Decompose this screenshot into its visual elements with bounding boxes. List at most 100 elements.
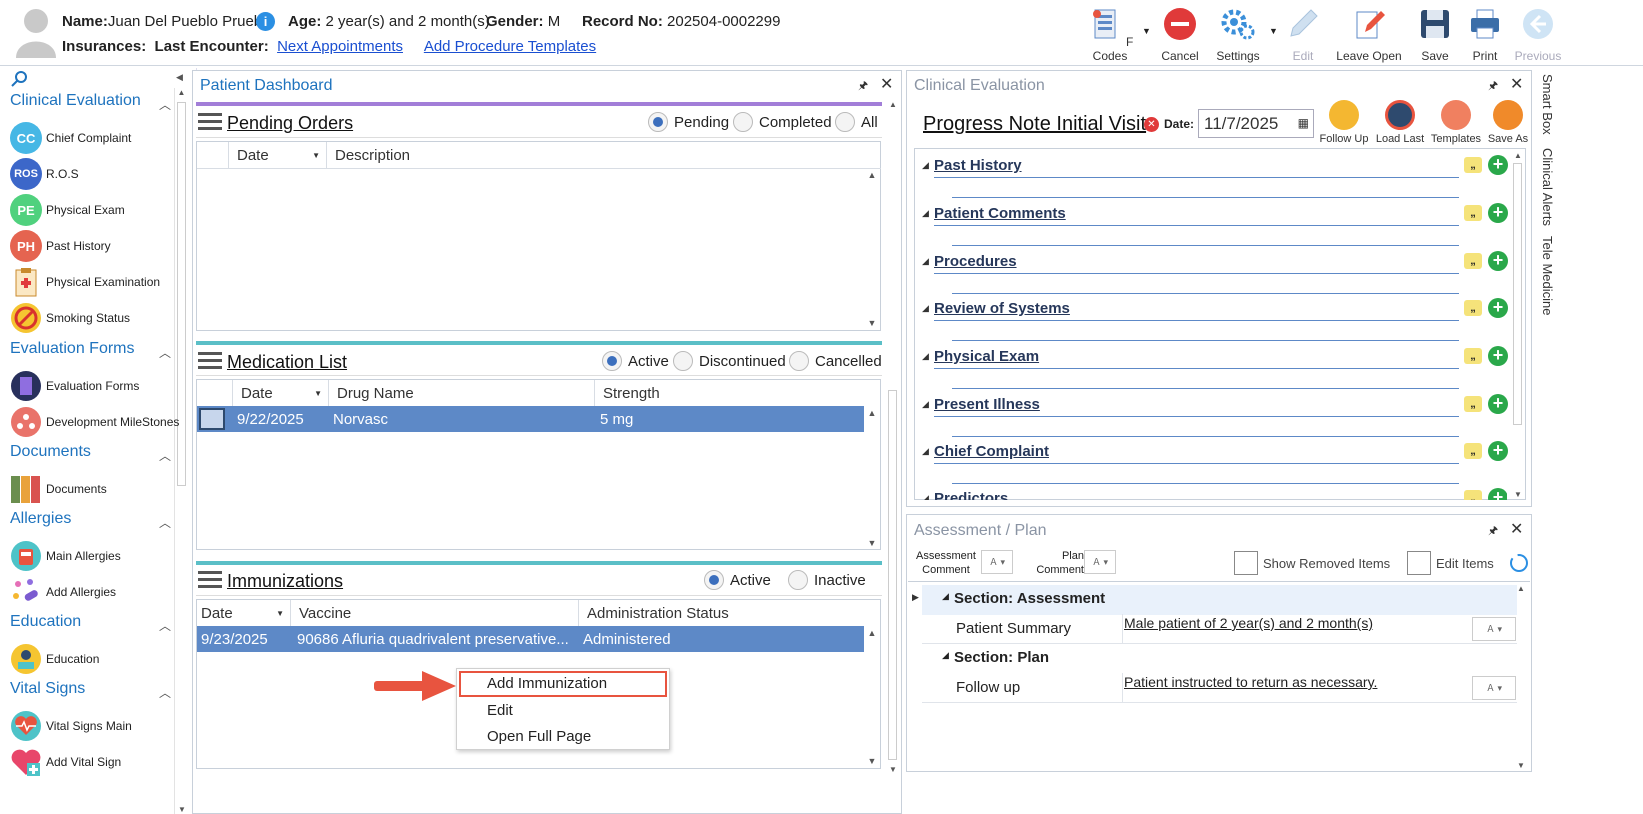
section-label[interactable]: Present Illness	[934, 396, 1040, 413]
fcodes-dropdown-icon[interactable]: ▼	[1142, 26, 1151, 36]
quote-icon[interactable]: „	[1464, 300, 1482, 316]
save-as-button[interactable]: Save As	[1480, 100, 1536, 145]
show-removed-checkbox[interactable]	[1234, 551, 1258, 575]
radio-inactive[interactable]: Inactive	[788, 570, 866, 590]
remove-note-icon[interactable]: ✕	[1144, 117, 1159, 132]
menu-item-edit[interactable]: Edit	[487, 702, 513, 719]
sidebar-item-add-allergies[interactable]: Add Allergies	[10, 576, 180, 608]
note-title[interactable]: Progress Note Initial Visit	[923, 113, 1146, 136]
add-icon[interactable]: +	[1488, 346, 1508, 366]
summary-format-dropdown[interactable]: Ａ ▾	[1472, 617, 1516, 641]
settings-dropdown-icon[interactable]: ▼	[1269, 26, 1278, 36]
tab-smart-box[interactable]: Smart Box	[1540, 74, 1555, 135]
grid-scrollbar[interactable]: ▲ ▼	[865, 628, 879, 766]
table-row[interactable]: 9/23/2025 90686 Afluria quadrivalent pre…	[197, 626, 864, 652]
section-procedures[interactable]: ◢ Procedures „ +	[922, 249, 1508, 297]
pending-orders-title[interactable]: Pending Orders	[227, 113, 353, 134]
sidebar-item-chief-complaint[interactable]: CC Chief Complaint	[10, 122, 180, 154]
menu-item-open-full-page[interactable]: Open Full Page	[487, 728, 591, 745]
chevron-up-icon[interactable]: ︿	[159, 617, 171, 634]
print-button[interactable]: Print	[1462, 4, 1508, 63]
immunizations-title[interactable]: Immunizations	[227, 571, 343, 592]
section-evaluation-forms[interactable]: Evaluation Forms	[10, 340, 135, 358]
section-clinical-evaluation[interactable]: Clinical Evaluation	[10, 92, 141, 110]
close-icon[interactable]: ✕	[1510, 519, 1523, 539]
section-documents[interactable]: Documents	[10, 443, 91, 461]
previous-button[interactable]: Previous	[1510, 4, 1566, 63]
sidebar-item-main-allergies[interactable]: Main Allergies	[10, 540, 180, 572]
next-appointments-link[interactable]: Next Appointments	[277, 38, 403, 55]
table-row[interactable]: 9/22/2025 Norvasc 5 mg	[197, 406, 864, 432]
section-plan-row[interactable]: ◢ Section: Plan	[922, 644, 1517, 674]
tab-clinical-alerts[interactable]: Clinical Alerts	[1540, 148, 1555, 226]
radio-discontinued[interactable]: Discontinued	[673, 351, 786, 371]
chevron-up-icon[interactable]: ︿	[159, 96, 171, 113]
templates-button[interactable]: Templates	[1428, 100, 1484, 145]
date-field[interactable]: 11/7/2025 ▦	[1198, 109, 1314, 138]
radio-pending[interactable]: Pending	[648, 112, 729, 132]
section-vital-signs[interactable]: Vital Signs	[10, 680, 85, 698]
section-label[interactable]: Procedures	[934, 253, 1017, 270]
radio-all[interactable]: All	[835, 112, 878, 132]
tab-tele-medicine[interactable]: Tele Medicine	[1540, 236, 1555, 316]
leave-open-button[interactable]: Leave Open	[1334, 4, 1404, 63]
edit-button[interactable]: Edit	[1280, 4, 1326, 63]
hamburger-menu-icon[interactable]	[198, 571, 222, 589]
quote-icon[interactable]: „	[1464, 348, 1482, 364]
chevron-up-icon[interactable]: ︿	[159, 344, 171, 361]
add-icon[interactable]: +	[1488, 251, 1508, 271]
sidebar-item-ros[interactable]: ROS R.O.S	[10, 158, 180, 190]
section-education[interactable]: Education	[10, 613, 81, 631]
row-checkbox[interactable]	[199, 408, 225, 430]
hamburger-menu-icon[interactable]	[198, 113, 222, 131]
section-label[interactable]: Physical Exam	[934, 348, 1039, 365]
medication-list-title[interactable]: Medication List	[227, 352, 347, 373]
section-patient-comments[interactable]: ◢ Patient Comments „ +	[922, 201, 1508, 249]
section-chief-complaint[interactable]: ◢ Chief Complaint „ +	[922, 439, 1508, 487]
section-present-illness[interactable]: ◢ Present Illness „ +	[922, 392, 1508, 440]
section-label[interactable]: Predictors	[934, 490, 1008, 500]
sidebar-item-vital-signs-main[interactable]: Vital Signs Main	[10, 710, 180, 742]
quote-icon[interactable]: „	[1464, 443, 1482, 459]
fcodes-button[interactable]: F Codes	[1082, 4, 1138, 63]
radio-active[interactable]: Active	[602, 351, 669, 371]
add-icon[interactable]: +	[1488, 441, 1508, 461]
section-label[interactable]: Review of Systems	[934, 300, 1070, 317]
grid-scrollbar[interactable]: ▲ ▼	[865, 408, 879, 548]
settings-button[interactable]: Settings	[1210, 4, 1266, 63]
pin-icon[interactable]: 🖈	[1488, 77, 1498, 96]
refresh-icon[interactable]	[1508, 552, 1530, 574]
close-icon[interactable]: ✕	[1510, 74, 1523, 94]
add-icon[interactable]: +	[1488, 488, 1507, 500]
section-label[interactable]: Past History	[934, 157, 1022, 174]
quote-icon[interactable]: „	[1464, 490, 1482, 500]
quote-icon[interactable]: „	[1464, 205, 1482, 221]
section-allergies[interactable]: Allergies	[10, 510, 71, 528]
add-icon[interactable]: +	[1488, 298, 1508, 318]
chevron-up-icon[interactable]: ︿	[159, 514, 171, 531]
save-button[interactable]: Save	[1412, 4, 1458, 63]
menu-item-add-immunization[interactable]: Add Immunization	[487, 675, 607, 692]
sidebar-item-education[interactable]: Education	[10, 643, 180, 675]
follow-up-row[interactable]: Follow up Patient instructed to return a…	[922, 673, 1517, 703]
add-icon[interactable]: +	[1488, 155, 1508, 175]
sidebar-item-documents[interactable]: Documents	[10, 473, 180, 505]
radio-cancelled[interactable]: Cancelled	[789, 351, 882, 371]
column-header-date[interactable]: Date ▼	[197, 600, 291, 626]
expand-icon[interactable]: ▶	[912, 592, 919, 603]
follow-up-format-dropdown[interactable]: Ａ ▾	[1472, 676, 1516, 700]
section-physical-exam[interactable]: ◢ Physical Exam „ +	[922, 344, 1508, 392]
sidebar-item-smoking-status[interactable]: Smoking Status	[10, 302, 180, 334]
sidebar-item-past-history[interactable]: PH Past History	[10, 230, 180, 262]
section-label[interactable]: Patient Comments	[934, 205, 1066, 222]
column-header-date[interactable]: Date ▼	[229, 142, 327, 168]
grid-scrollbar[interactable]: ▲ ▼	[865, 170, 879, 328]
pin-icon[interactable]: 🖈	[858, 77, 868, 96]
section-label[interactable]: Chief Complaint	[934, 443, 1049, 460]
chevron-up-icon[interactable]: ︿	[159, 447, 171, 464]
collapse-sidebar-icon[interactable]: ◀	[176, 72, 183, 83]
add-icon[interactable]: +	[1488, 203, 1508, 223]
add-procedure-templates-link[interactable]: Add Procedure Templates	[424, 38, 596, 55]
add-icon[interactable]: +	[1488, 394, 1508, 414]
close-icon[interactable]: ✕	[880, 74, 893, 94]
